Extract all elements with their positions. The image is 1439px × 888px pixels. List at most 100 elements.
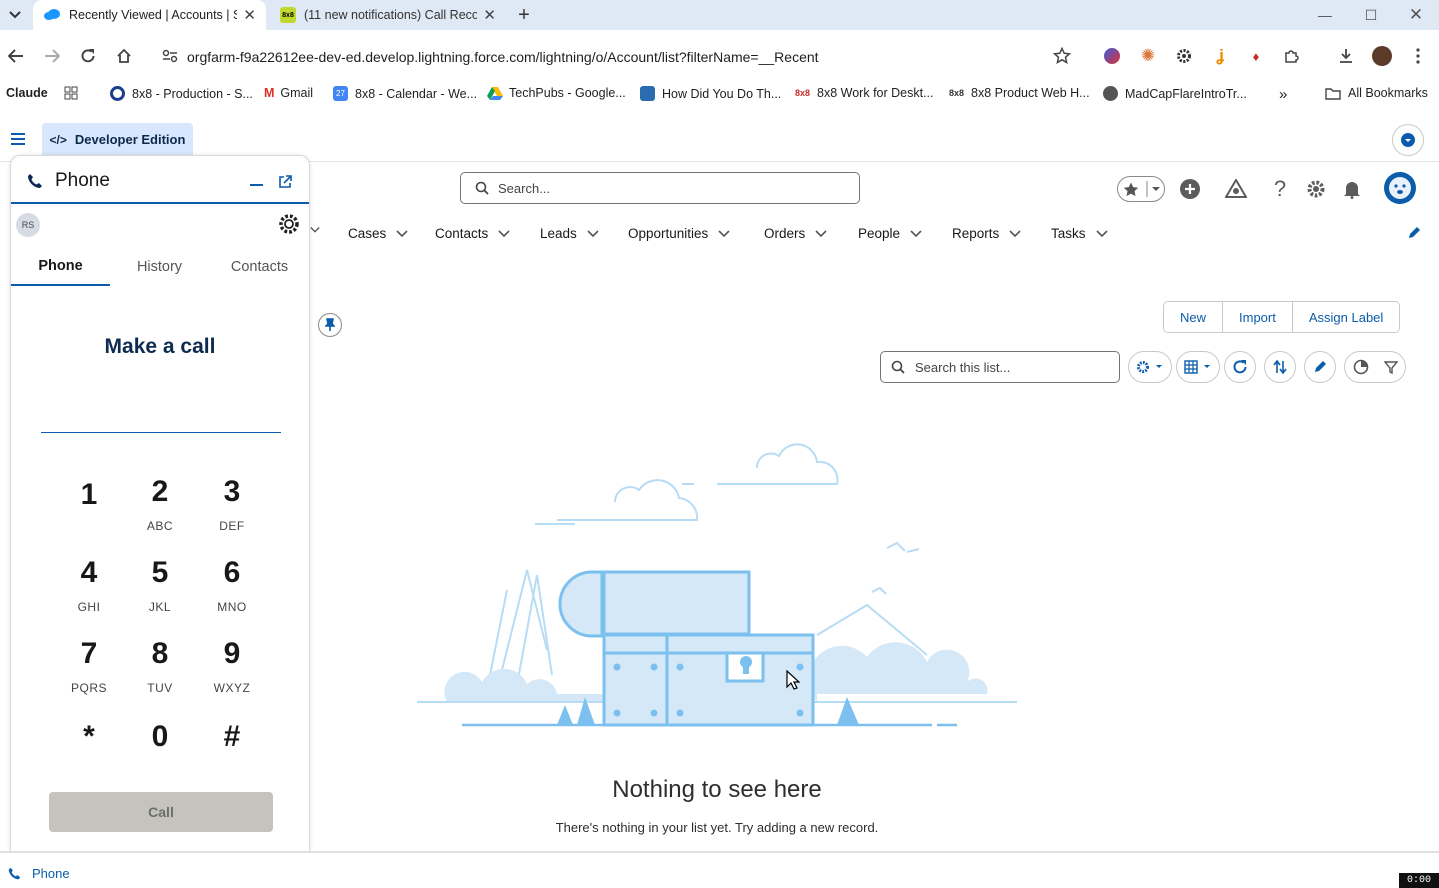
user-avatar[interactable] [1383,171,1417,205]
dialpad-key-7[interactable]: 7 PQRS [54,637,124,707]
import-button[interactable]: Import [1222,302,1292,332]
dialpad-key-9[interactable]: 9 WXYZ [197,637,267,707]
help-icon[interactable]: ? [1267,176,1293,202]
tab-search-chevron-icon[interactable] [2,0,28,30]
global-search-input[interactable]: Search... [460,172,860,204]
edit-nav-pencil-icon[interactable] [1407,226,1421,240]
chevron-down-icon[interactable] [815,229,827,238]
site-info-icon[interactable] [158,44,182,68]
sort-arrows-icon[interactable] [1264,351,1296,383]
nav-item-orders[interactable]: Orders [764,226,827,241]
dialpad-key-1[interactable]: 1 [54,478,124,548]
agent-avatar[interactable]: RS [16,213,40,237]
dialpad-key-star[interactable]: * [54,720,124,790]
assign-label-button[interactable]: Assign Label [1291,302,1400,332]
new-tab-plus-icon[interactable]: + [510,0,538,30]
bookmark-star-icon[interactable] [1050,44,1074,68]
more-bookmarks-chevron-icon[interactable]: » [1279,86,1287,103]
tab-recently-viewed-accounts[interactable]: Recently Viewed | Accounts | Sa ✕ [33,0,266,30]
nav-item-reports[interactable]: Reports [952,226,1021,241]
display-as-table-icon[interactable] [1176,351,1220,383]
pin-list-icon[interactable] [318,313,342,337]
bookmark-gmail[interactable]: M Gmail [264,86,313,100]
dialpad-key-hash[interactable]: # [197,720,267,790]
download-icon[interactable] [1334,44,1358,68]
filter-funnel-icon[interactable] [1383,360,1398,374]
chevron-down-icon[interactable] [396,229,408,238]
chevron-down-icon[interactable] [587,229,599,238]
nav-item-opportunities[interactable]: Opportunities [628,226,730,241]
reload-icon[interactable] [76,44,100,68]
maximize-icon[interactable]: ☐ [1348,0,1394,30]
all-bookmarks[interactable]: All Bookmarks [1325,86,1428,100]
bookmark-how-did-you-do[interactable]: How Did You Do Th... [640,86,781,101]
bookmark-8x8-product-web[interactable]: 8x8 8x8 Product Web H... [949,86,1090,100]
chevron-down-icon[interactable] [1009,229,1021,238]
utility-phone-button[interactable]: Phone [8,866,70,881]
call-button[interactable]: Call [49,792,273,832]
bookmark-madcap[interactable]: MadCapFlareIntroTr... [1103,86,1247,101]
red-extension-icon[interactable]: ♦ [1244,44,1268,68]
url-text[interactable]: orgfarm-f9a22612ee-dev-ed.develop.lightn… [187,49,819,65]
chevron-down-icon[interactable] [910,229,922,238]
dialpad-key-3[interactable]: 3 DEF [197,475,267,545]
phone-tab-history[interactable]: History [110,248,209,286]
extension-icon[interactable] [1100,44,1124,68]
chevron-down-icon[interactable] [1095,229,1108,238]
phone-settings-gear-icon[interactable] [278,213,300,235]
favorites-star-icon[interactable] [1117,176,1165,202]
dialpad-key-5[interactable]: 5 JKL [125,556,195,626]
dialpad-key-0[interactable]: 0 [125,720,195,790]
home-icon[interactable] [112,44,136,68]
dial-number-input[interactable] [41,432,281,433]
popout-icon[interactable] [278,175,292,189]
notifications-bell-icon[interactable] [1339,176,1365,202]
chevron-down-icon[interactable] [498,229,510,238]
apps-grid-icon[interactable] [64,86,78,100]
minimize-icon[interactable] [250,184,263,186]
extensions-puzzle-icon[interactable] [1280,44,1304,68]
list-settings-gear-icon[interactable] [1128,351,1172,383]
refresh-icon[interactable] [1224,351,1256,383]
hook-extension-icon[interactable]: ʝ [1208,44,1232,68]
forward-arrow-icon[interactable] [40,44,64,68]
nav-item-cases[interactable]: Cases [348,226,408,241]
setup-dropdown-icon[interactable] [1392,124,1424,156]
phone-tab-contacts[interactable]: Contacts [210,248,309,286]
nav-item-leads[interactable]: Leads [540,226,599,241]
nav-item-people[interactable]: People [858,226,922,241]
browser-menu-icon[interactable] [1406,44,1430,68]
pie-chart-icon[interactable] [1353,359,1369,375]
setup-gear-icon[interactable] [1303,176,1329,202]
global-add-icon[interactable] [1177,176,1203,202]
dialpad-key-2[interactable]: 2 ABC [125,475,195,545]
chevron-down-icon[interactable] [718,229,730,238]
close-icon[interactable]: ✕ [483,6,496,24]
inline-edit-pencil-icon[interactable] [1304,351,1336,383]
claude-extension-icon[interactable]: ✺ [1136,44,1160,68]
phone-tab-phone[interactable]: Phone [11,248,110,286]
tab-call-recording[interactable]: 8x8 (11 new notifications) Call Reco ✕ [270,0,506,30]
bookmark-techpubs[interactable]: TechPubs - Google... [487,86,626,100]
dialpad-key-4[interactable]: 4 GHI [54,556,124,626]
new-button[interactable]: New [1164,302,1223,332]
bookmark-8x8-work[interactable]: 8x8 8x8 Work for Deskt... [795,86,934,100]
bookmark-claude[interactable]: Claude [6,86,48,100]
nav-item-tasks[interactable]: Tasks [1051,226,1108,241]
dialpad-key-6[interactable]: 6 MNO [197,556,267,626]
hamburger-menu-icon[interactable] [10,132,26,146]
bookmark-8x8-production[interactable]: 8x8 - Production - S... [110,86,253,101]
close-icon[interactable]: ✕ [243,6,256,24]
list-search-input[interactable]: Search this list... [880,351,1120,383]
window-close-icon[interactable]: ✕ [1393,0,1439,30]
dialpad-key-8[interactable]: 8 TUV [125,637,195,707]
trailhead-guidance-icon[interactable] [1223,176,1249,202]
nav-overflow-chevron-icon[interactable] [310,226,320,234]
nav-item-contacts[interactable]: Contacts [435,226,510,241]
key-digit: * [83,720,95,753]
minimize-icon[interactable]: — [1302,0,1348,30]
bookmark-8x8-calendar[interactable]: 27 8x8 - Calendar - We... [333,86,477,101]
gear-extension-icon[interactable] [1172,44,1196,68]
back-arrow-icon[interactable] [4,44,28,68]
profile-avatar[interactable] [1370,44,1394,68]
